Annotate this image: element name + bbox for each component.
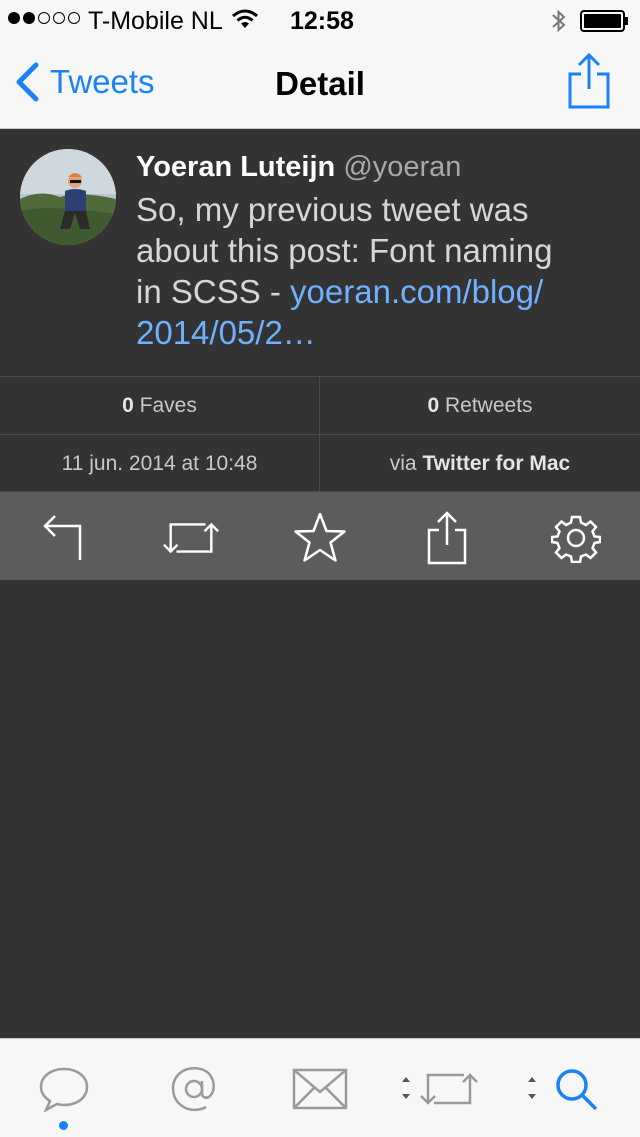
share-icon [568,52,610,109]
tweet-text: So, my previous tweet was about this pos… [136,189,626,353]
reply-button[interactable] [34,508,94,568]
favorite-button[interactable] [290,508,350,568]
signal-strength-icon [8,12,80,24]
battery-icon [580,10,630,37]
wifi-icon [231,8,259,35]
reply-icon [43,515,82,560]
tweet-detail: Yoeran Luteijn @yoeran So, my previous t… [0,129,640,376]
tab-bar [0,1038,640,1137]
avatar[interactable] [20,149,116,245]
status-bar: T-Mobile NL 12:58 [0,0,640,40]
back-button[interactable]: Tweets [14,62,155,102]
share-icon [427,511,467,565]
tweet-link-continued[interactable]: 2014/05/2… [136,314,316,351]
tweet-source[interactable]: via Twitter for Mac [320,435,640,492]
retweet-icon [163,522,219,554]
tweet-timestamp: 11 jun. 2014 at 10:48 [61,451,258,475]
back-button-label: Tweets [50,63,155,100]
share-tweet-button[interactable] [417,508,477,568]
tab-search[interactable] [524,1061,604,1117]
tab-retweets[interactable] [398,1061,480,1117]
search-icon [528,1069,598,1111]
settings-gear-icon [551,515,601,563]
author-name: Yoeran Luteijn [136,151,336,183]
tweet-link[interactable]: yoeran.com/blog/ [290,273,543,310]
retweet-button[interactable] [161,508,221,568]
settings-button[interactable] [546,508,606,568]
tweet-text-line: So, my previous tweet was [136,191,529,228]
timeline-bubble-icon [39,1067,89,1112]
tab-mentions[interactable] [166,1061,222,1117]
tweet-stats: 0 Faves 0 Retweets 11 jun. 2014 at 10:48… [0,376,640,492]
share-button[interactable] [566,52,612,115]
faves-count[interactable]: 0 Faves [0,377,319,434]
bluetooth-icon [550,8,568,39]
author-handle: @yoeran [343,151,462,183]
carrier-label: T-Mobile NL [88,7,223,35]
retweets-icon [402,1073,478,1105]
clock: 12:58 [290,7,354,35]
tab-messages[interactable] [290,1061,350,1117]
tweet-text-line: about this post: Font naming [136,232,553,269]
tweet-action-toolbar [0,492,640,580]
favorite-star-icon [294,512,346,562]
retweets-count[interactable]: 0 Retweets [320,377,640,434]
messages-envelope-icon [292,1068,348,1110]
tweet-text-line: in SCSS - [136,273,291,310]
active-tab-indicator [59,1121,68,1130]
tab-timeline[interactable] [36,1061,92,1117]
chevron-left-icon [16,62,39,102]
mentions-at-icon [171,1067,215,1112]
navigation-bar: Tweets Detail [0,40,640,129]
tweet-author[interactable]: Yoeran Luteijn @yoeran [136,151,461,184]
